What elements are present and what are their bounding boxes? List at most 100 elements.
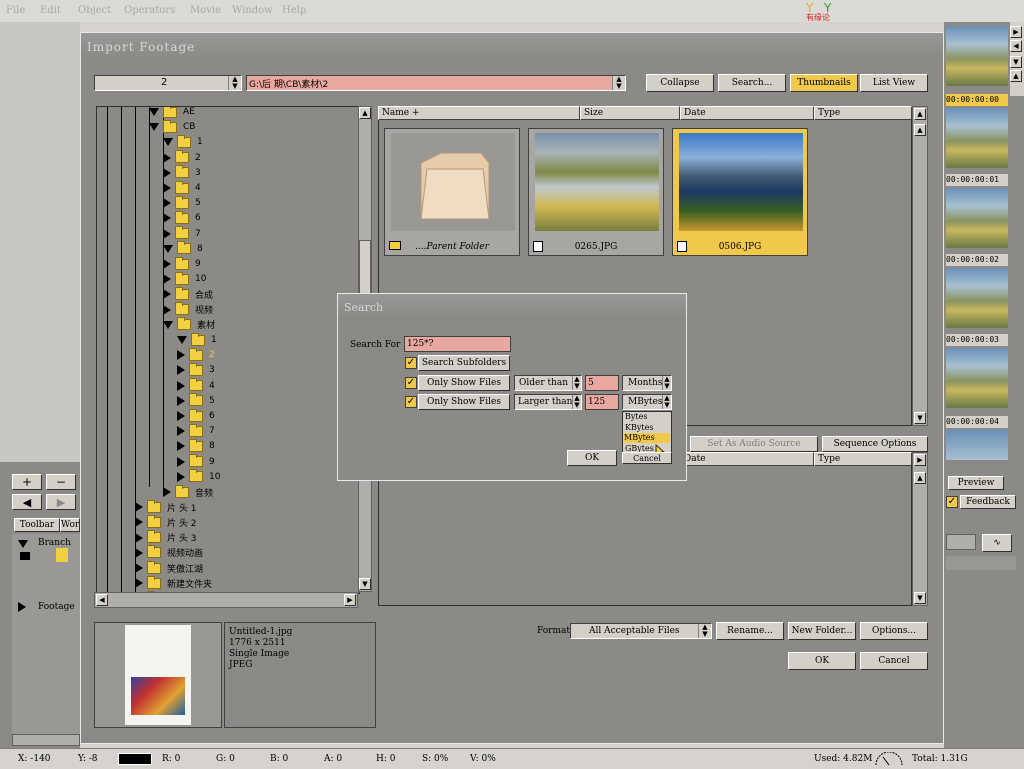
collapsed-icon[interactable]: [177, 441, 185, 452]
tree-item[interactable]: 合成: [163, 286, 213, 301]
date-filter-checkbox[interactable]: ✓: [405, 377, 417, 389]
collapsed-icon[interactable]: [177, 350, 185, 361]
months-combo[interactable]: Months ▲ ▼: [622, 375, 672, 391]
collapsed-icon[interactable]: [163, 228, 171, 239]
menu-edit[interactable]: Edit: [40, 5, 61, 16]
col-type[interactable]: Type: [814, 106, 912, 120]
tree-item[interactable]: 片 头 2: [135, 514, 196, 529]
collapsed-icon[interactable]: [177, 380, 185, 391]
scroll-up-icon[interactable]: ▲: [359, 107, 371, 119]
col-date[interactable]: Date: [680, 106, 814, 120]
expanded-icon[interactable]: [163, 244, 173, 253]
unit-option-mbytes[interactable]: MBytes: [624, 433, 670, 443]
scroll-up-icon[interactable]: ▲: [914, 108, 926, 120]
tree-item[interactable]: 素材: [163, 317, 215, 332]
forward-arrow-button[interactable]: ▶: [46, 494, 76, 510]
collapsed-icon[interactable]: [177, 471, 185, 482]
add-button[interactable]: +: [12, 474, 42, 490]
only-show-files-size[interactable]: Only Show Files: [418, 394, 510, 410]
wave-button[interactable]: ∿: [982, 534, 1012, 552]
film-frame[interactable]: [946, 188, 1008, 248]
tree-item[interactable]: 2: [177, 347, 215, 362]
tree-item[interactable]: 4: [177, 378, 215, 393]
tree-item[interactable]: 6: [177, 408, 215, 423]
options-button[interactable]: Options...: [860, 622, 928, 640]
collapsed-icon[interactable]: [163, 167, 171, 178]
ok-button[interactable]: OK: [788, 652, 856, 670]
expanded-icon[interactable]: [177, 336, 187, 344]
search-button[interactable]: Search...: [718, 74, 786, 92]
thumb-parent-folder[interactable]: ....Parent Folder: [384, 128, 520, 256]
scroll-up-icon[interactable]: ▲: [914, 472, 926, 484]
collapsed-icon[interactable]: [177, 426, 185, 437]
rename-button[interactable]: Rename...: [716, 622, 784, 640]
tree-item[interactable]: 2: [163, 150, 201, 165]
thumb-0265[interactable]: 0265.JPG: [528, 128, 664, 256]
search-cancel-button[interactable]: Cancel: [622, 452, 672, 464]
collapsed-icon[interactable]: [177, 395, 185, 406]
scroll-right-icon[interactable]: ▶: [914, 454, 926, 466]
collapsed-icon[interactable]: [163, 213, 171, 224]
collapsed-icon[interactable]: [135, 563, 143, 573]
older-value-input[interactable]: 5: [585, 375, 619, 391]
search-subfolders-button[interactable]: Search Subfolders: [418, 355, 510, 371]
tree-item[interactable]: 5: [163, 195, 201, 210]
scroll-right-icon[interactable]: ▶: [1010, 26, 1022, 38]
film-frame[interactable]: [946, 348, 1008, 408]
sequence-options-tab[interactable]: Sequence Options: [822, 436, 928, 452]
collapsed-icon[interactable]: [135, 547, 143, 558]
left-scrollbar[interactable]: [12, 734, 80, 746]
collapsed-icon[interactable]: [177, 411, 185, 421]
film-frame[interactable]: [946, 268, 1008, 328]
tree-item[interactable]: 片 头 1: [135, 499, 196, 514]
collapsed-icon[interactable]: [163, 183, 171, 193]
tree-item[interactable]: 1: [163, 134, 203, 149]
collapsed-icon[interactable]: [163, 487, 171, 497]
tree-item[interactable]: 视频: [163, 302, 213, 317]
menu-movie[interactable]: Movie: [190, 5, 221, 16]
scroll-up-icon[interactable]: ▲: [1010, 70, 1022, 82]
right-slider[interactable]: [946, 556, 1016, 570]
tree-item[interactable]: 6: [163, 210, 201, 225]
tree-hscroll[interactable]: [94, 592, 358, 608]
tree-item[interactable]: 5: [177, 393, 215, 408]
tree-item[interactable]: 音频: [163, 484, 213, 499]
remove-button[interactable]: −: [46, 474, 76, 490]
new-folder-button[interactable]: New Folder...: [788, 622, 856, 640]
unit-option-kbytes[interactable]: KBytes: [625, 423, 653, 432]
search-ok-button[interactable]: OK: [567, 450, 617, 466]
unit-combo[interactable]: MBytes ▲ ▼: [622, 394, 672, 410]
list-vscroll[interactable]: [912, 106, 928, 426]
back-arrow-button[interactable]: ◀: [12, 494, 42, 510]
tree-item[interactable]: 3: [177, 362, 215, 377]
scroll-down-icon[interactable]: ▼: [1010, 56, 1022, 68]
larger-value-input[interactable]: 125: [585, 394, 619, 410]
list-view-button[interactable]: List View: [860, 74, 928, 92]
col-date-lower[interactable]: Date: [680, 452, 814, 466]
subfolders-checkbox[interactable]: ✓: [405, 357, 417, 369]
tree-item[interactable]: 7: [163, 226, 201, 241]
tree-item[interactable]: 视频动画: [135, 545, 203, 560]
tree-item[interactable]: 10: [163, 271, 206, 286]
menu-operators[interactable]: Operators: [124, 5, 175, 16]
tab-workspace[interactable]: Wor: [60, 518, 80, 532]
tab-toolbar[interactable]: Toolbar: [14, 518, 60, 532]
tree-item[interactable]: 9: [163, 256, 201, 271]
tree-item[interactable]: 10: [177, 469, 220, 484]
tree-item[interactable]: AE: [149, 107, 195, 119]
tree-item[interactable]: 7: [177, 423, 215, 438]
collapsed-icon[interactable]: [177, 456, 185, 467]
expanded-icon[interactable]: [163, 320, 173, 329]
tree-item[interactable]: 8: [163, 241, 203, 256]
collapsed-icon[interactable]: [163, 152, 171, 163]
menu-help[interactable]: Help: [282, 5, 306, 16]
collapsed-icon[interactable]: [163, 289, 171, 300]
scroll-right-icon[interactable]: ▶: [344, 594, 356, 606]
collapsed-icon[interactable]: [163, 259, 171, 269]
expanded-icon[interactable]: [149, 108, 159, 116]
only-show-files-date[interactable]: Only Show Files: [418, 375, 510, 391]
expanded-icon[interactable]: [163, 138, 173, 147]
col-type-lower[interactable]: Type: [814, 452, 912, 466]
collapsed-icon[interactable]: [135, 578, 143, 589]
collapsed-icon[interactable]: [135, 517, 143, 528]
